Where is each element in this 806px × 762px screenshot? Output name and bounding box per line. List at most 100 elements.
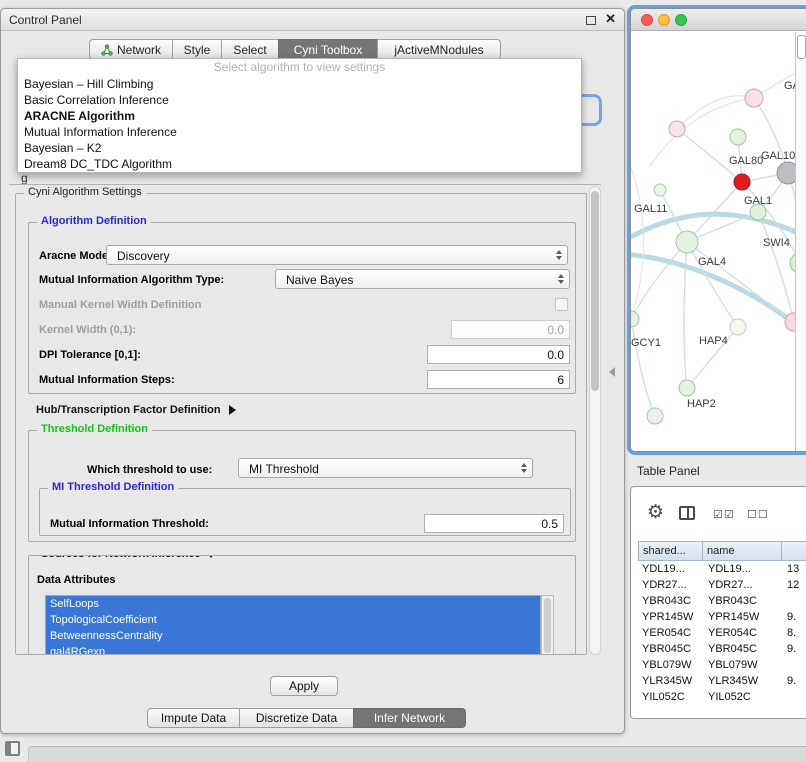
tab-select[interactable]: Select: [221, 39, 279, 60]
node-label: GAL4: [698, 256, 726, 268]
mi-algorithm-type-select[interactable]: Naive Bayes: [275, 269, 570, 289]
network-node-hap4[interactable]: [730, 319, 746, 335]
settings-scrollbar[interactable]: [589, 186, 601, 655]
network-node[interactable]: [654, 184, 666, 196]
deselect-all-checkboxes-icon[interactable]: ☐☐: [747, 508, 769, 521]
splitter-collapse-handle[interactable]: [609, 367, 615, 377]
data-attributes-label: Data Attributes: [37, 572, 115, 588]
stepper-arrows-icon: [558, 274, 564, 284]
table-cell: YDL19...: [642, 561, 685, 577]
table-row[interactable]: YBR043C YBR043C: [631, 593, 806, 609]
columns-icon[interactable]: [679, 506, 695, 520]
table-panel-window: ⚙ ☑☑ ☐☐ shared... name YDL19... YDL19...…: [630, 486, 806, 719]
table-cell: 9.: [787, 673, 796, 689]
tab-discretize-data[interactable]: Discretize Data: [239, 708, 354, 728]
popup-item-bayesian-hill-climbing[interactable]: Bayesian – Hill Climbing: [18, 76, 581, 92]
scrollbar-thumb[interactable]: [797, 35, 806, 59]
tab-label: Select: [233, 43, 266, 57]
manual-kernel-width-label: Manual Kernel Width Definition: [39, 297, 201, 313]
scrollbar-thumb[interactable]: [544, 598, 551, 653]
mi-threshold-field[interactable]: [424, 514, 564, 533]
float-window-icon[interactable]: [586, 16, 596, 25]
restore-panel-icon[interactable]: [5, 741, 20, 756]
table-cell: YER054C: [642, 625, 691, 641]
network-node[interactable]: [669, 121, 685, 137]
network-canvas[interactable]: GAL80 GAL10 GAL11 GAL1 SWI4 GAL4 GCY1 HA…: [631, 32, 806, 452]
minimize-traffic-light-icon[interactable]: [658, 14, 670, 26]
group-title-algorithm-definition: Algorithm Definition: [37, 215, 151, 227]
column-header-shared-name[interactable]: shared...: [638, 541, 703, 561]
network-node-hap2[interactable]: [679, 380, 695, 396]
network-node[interactable]: [745, 89, 763, 107]
group-title-mi-threshold: MI Threshold Definition: [48, 481, 178, 493]
tab-style[interactable]: Style: [172, 39, 222, 60]
sources-title-text: Sources for Network Inference: [41, 555, 201, 560]
list-item[interactable]: gal4RGexp: [46, 644, 540, 655]
column-header-clipped[interactable]: [781, 541, 806, 561]
column-header-name[interactable]: name: [702, 541, 782, 561]
network-node[interactable]: [647, 408, 663, 424]
group-title-sources[interactable]: Sources for Network Inference: [37, 555, 220, 560]
table-cell: YLR345W: [642, 673, 692, 689]
group-title-threshold-definition: Threshold Definition: [37, 423, 152, 435]
hub-definition-toggle[interactable]: Hub/Transcription Factor Definition: [36, 402, 236, 418]
network-node-gal4[interactable]: [676, 231, 698, 253]
table-cell: YBR043C: [642, 593, 691, 609]
select-all-checkboxes-icon[interactable]: ☑☑: [713, 508, 735, 521]
network-window-titlebar[interactable]: [631, 9, 806, 31]
node-label: HAP4: [699, 335, 728, 347]
mi-threshold-definition-group: MI Threshold Definition Mutual Informati…: [39, 488, 571, 536]
combo-value: MI Threshold: [249, 460, 319, 478]
tab-bar: Network Style Select Cyni Toolbox jActiv…: [89, 39, 501, 60]
popup-item-mutual-information[interactable]: Mutual Information Inference: [18, 124, 581, 140]
network-vertical-scrollbar[interactable]: [795, 32, 806, 451]
combo-value: Naive Bayes: [286, 271, 353, 289]
table-row[interactable]: YPR145W YPR145W 9.: [631, 609, 806, 625]
tab-cyni-toolbox[interactable]: Cyni Toolbox: [278, 39, 378, 60]
zoom-traffic-light-icon[interactable]: [675, 14, 687, 26]
tab-impute-data[interactable]: Impute Data: [147, 708, 240, 728]
attributes-list-scrollbar[interactable]: [541, 595, 554, 655]
table-cell: YDL19...: [708, 561, 751, 577]
which-threshold-select[interactable]: MI Threshold: [238, 458, 533, 478]
apply-button[interactable]: Apply: [270, 676, 338, 696]
control-panel-titlebar[interactable]: Control Panel ✕: [1, 9, 624, 31]
table-row[interactable]: YDL19... YDL19... 13: [631, 561, 806, 577]
list-item[interactable]: BetweennessCentrality: [46, 628, 540, 644]
network-view-window: GAL80 GAL10 GAL11 GAL1 SWI4 GAL4 GCY1 HA…: [630, 8, 806, 452]
popup-item-basic-correlation[interactable]: Basic Correlation Inference: [18, 92, 581, 108]
list-item[interactable]: SelfLoops: [46, 596, 540, 612]
scrollbar-thumb[interactable]: [591, 191, 599, 391]
table-row[interactable]: YBR045C YBR045C 9.: [631, 641, 806, 657]
table-row[interactable]: YIL052C YIL052C: [631, 689, 806, 705]
group-title-cyni-settings: Cyni Algorithm Settings: [24, 186, 146, 198]
node-label: GCY1: [631, 337, 661, 349]
panel-icon-bar: [7, 743, 11, 754]
table-cell: YBR043C: [708, 593, 757, 609]
table-row[interactable]: YBL079W YBL079W: [631, 657, 806, 673]
data-attributes-list[interactable]: SelfLoops TopologicalCoefficient Between…: [45, 595, 541, 655]
dpi-tolerance-field[interactable]: [427, 345, 570, 364]
network-node-gcy1[interactable]: [631, 311, 639, 327]
network-node[interactable]: [730, 129, 746, 145]
table-row[interactable]: YER054C YER054C 8.: [631, 625, 806, 641]
table-cell: 13: [787, 561, 799, 577]
close-window-icon[interactable]: ✕: [605, 11, 616, 27]
popup-item-dream8[interactable]: Dream8 DC_TDC Algorithm: [18, 156, 581, 172]
table-row[interactable]: YDR27... YDR27... 12: [631, 577, 806, 593]
popup-item-aracne[interactable]: ARACNE Algorithm: [18, 108, 581, 124]
tab-infer-network[interactable]: Infer Network: [353, 708, 466, 728]
gear-icon[interactable]: ⚙: [647, 501, 664, 524]
collapsed-panel-bar[interactable]: [28, 746, 806, 762]
popup-item-bayesian-k2[interactable]: Bayesian – K2: [18, 140, 581, 156]
close-traffic-light-icon[interactable]: [641, 14, 653, 26]
tab-jactivemodules[interactable]: jActiveMNodules: [377, 39, 501, 60]
list-item[interactable]: TopologicalCoefficient: [46, 612, 540, 628]
tab-network[interactable]: Network: [89, 39, 173, 60]
table-row[interactable]: YLR345W YLR345W 9.: [631, 673, 806, 689]
kernel-width-field[interactable]: [451, 320, 570, 339]
mi-steps-field[interactable]: [427, 370, 570, 389]
manual-kernel-width-checkbox[interactable]: [555, 298, 568, 311]
aracne-mode-select[interactable]: Discovery: [106, 245, 568, 265]
network-node-selected[interactable]: [734, 174, 750, 190]
